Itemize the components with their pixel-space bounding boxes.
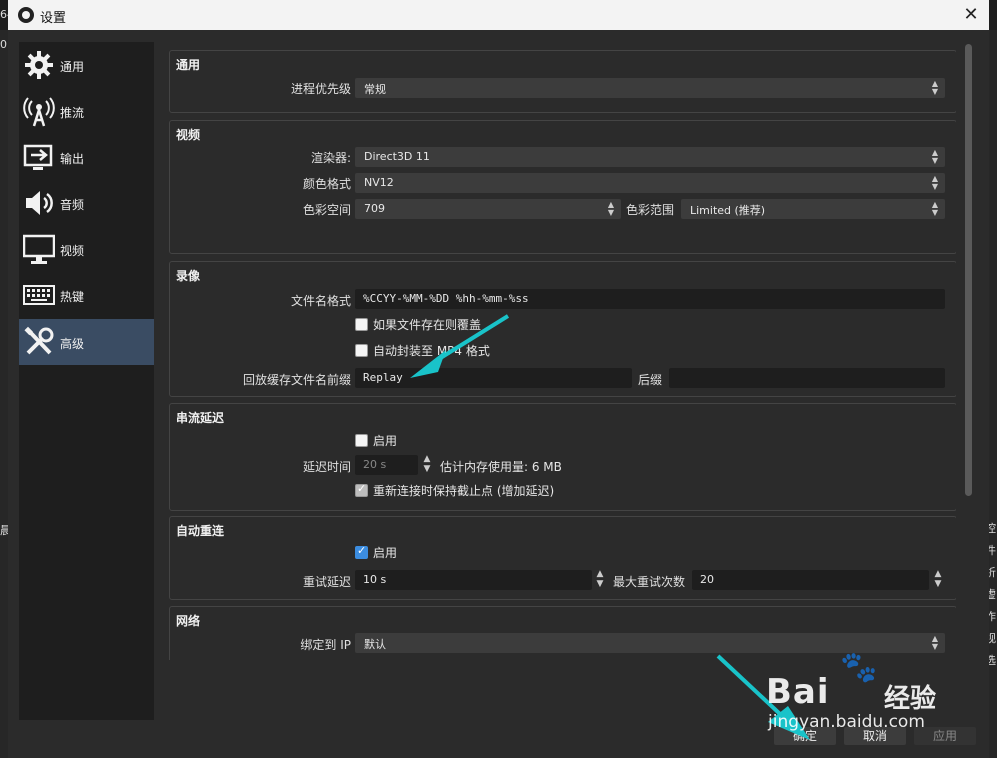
sidebar-item-general[interactable]: 通用 (19, 42, 154, 88)
select-value: 709 (364, 202, 385, 215)
advanced-settings-panel: 通用 进程优先级 常规 ▲ ▼ 视频 渲染器: Direct3D 11 ▲ ▼ 颜色… (169, 42, 956, 660)
monitor-icon (23, 234, 55, 264)
select-value: NV12 (364, 176, 394, 189)
group-title: 通用 (176, 58, 201, 72)
settings-sidebar: 通用 推流 输出 音频 视频 热键 高级 (19, 42, 154, 720)
renderer-label: 渲染器: (310, 151, 351, 165)
speaker-icon (26, 191, 53, 215)
input-value: %CCYY-%MM-%DD %hh-%mm-%ss (363, 292, 529, 305)
replay-suffix-input[interactable] (669, 368, 945, 388)
tools-icon (24, 326, 54, 355)
annotation-arrow-icon (410, 314, 510, 378)
sidebar-item-hotkeys[interactable]: 热键 (19, 272, 154, 318)
gear-icon (25, 51, 53, 79)
chevron-updown-icon: ▲ ▼ (931, 79, 939, 96)
reconnect-enable-label: 启用 (373, 546, 398, 560)
replay-prefix-label: 回放缓存文件名前缀 (242, 373, 351, 387)
suffix-label: 后缀 (638, 373, 663, 387)
group-recording: 录像 文件名格式 %CCYY-%MM-%DD %hh-%mm-%ss 如果文件存… (169, 261, 956, 397)
scrollbar-thumb[interactable] (965, 44, 972, 496)
sidebar-item-label: 输出 (60, 152, 85, 166)
color-format-label: 颜色格式 (302, 177, 351, 191)
baidu-watermark: 🐾 Bai 经验 jingyan.baidu.com (760, 648, 950, 738)
max-retries-label: 最大重试次数 (613, 575, 686, 589)
input-value: 20 s (363, 458, 387, 471)
sidebar-item-stream[interactable]: 推流 (19, 88, 154, 134)
window-title: 设置 (40, 11, 67, 26)
filename-format-label: 文件名格式 (290, 294, 351, 308)
sidebar-item-advanced[interactable]: 高级 (19, 319, 154, 365)
sidebar-item-label: 高级 (60, 337, 85, 351)
sidebar-item-label: 通用 (60, 60, 85, 74)
stream-delay-enable-checkbox[interactable] (355, 434, 368, 447)
chevron-updown-icon: ▲ ▼ (931, 200, 939, 217)
preserve-cutoff-label: 重新连接时保持截止点 (增加延迟) (373, 484, 555, 498)
filename-format-input[interactable]: %CCYY-%MM-%DD %hh-%mm-%ss (355, 289, 945, 309)
group-auto-reconnect: 自动重连 启用 重试延迟 10 s ▲▼ 最大重试次数 20 ▲▼ (169, 516, 956, 600)
max-retries-input[interactable]: 20 (692, 570, 929, 590)
color-range-label: 色彩范围 (626, 203, 675, 217)
auto-remux-checkbox[interactable] (355, 344, 368, 357)
sidebar-item-audio[interactable]: 音频 (19, 180, 154, 226)
select-value: Limited (推荐) (690, 204, 766, 217)
sidebar-item-video[interactable]: 视频 (19, 226, 154, 272)
input-value: Replay (363, 371, 403, 384)
select-value: Direct3D 11 (364, 150, 430, 163)
renderer-select[interactable]: Direct3D 11 ▲ ▼ (355, 147, 945, 167)
color-format-select[interactable]: NV12 ▲ ▼ (355, 173, 945, 193)
content-scrollbar[interactable] (962, 42, 974, 660)
sidebar-item-label: 推流 (60, 106, 85, 120)
sidebar-item-label: 音频 (60, 198, 85, 212)
process-priority-label: 进程优先级 (290, 82, 351, 96)
overwrite-checkbox[interactable] (355, 318, 368, 331)
spin-updown-icon[interactable]: ▲ ▼ (420, 454, 434, 476)
color-space-select[interactable]: 709 ▲ ▼ (355, 199, 621, 219)
spin-updown-icon[interactable]: ▲ ▼ (593, 569, 607, 591)
antenna-icon (23, 97, 55, 127)
watermark-brand-cn: 经验 (884, 684, 937, 714)
retry-delay-input[interactable]: 10 s (355, 570, 592, 590)
group-title: 串流延迟 (176, 411, 225, 425)
close-button[interactable]: ✕ (959, 3, 983, 27)
watermark-url: jingyan.baidu.com (768, 712, 925, 732)
group-title: 网络 (176, 614, 201, 628)
sidebar-item-output[interactable]: 输出 (19, 134, 154, 180)
title-bar[interactable]: 设置 ✕ (8, 0, 989, 30)
paw-icon: 🐾 (840, 650, 878, 685)
obs-logo-icon (18, 7, 34, 23)
retry-delay-label: 重试延迟 (302, 575, 351, 589)
group-stream-delay: 串流延迟 启用 延迟时间 20 s ▲▼ 估计内存使用量: 6 MB 重新连接时… (169, 403, 956, 511)
chevron-updown-icon: ▲ ▼ (931, 148, 939, 165)
process-priority-select[interactable]: 常规 ▲ ▼ (355, 78, 945, 98)
sidebar-item-label: 视频 (60, 244, 85, 258)
color-range-select[interactable]: Limited (推荐) ▲ ▼ (681, 199, 945, 219)
background-text: 0 (0, 38, 7, 51)
preserve-cutoff-checkbox[interactable] (355, 482, 368, 497)
reconnect-enable-checkbox[interactable] (355, 544, 368, 559)
chevron-updown-icon: ▲ ▼ (931, 174, 939, 191)
bind-ip-label: 绑定到 IP (300, 638, 351, 652)
select-value: 常规 (364, 83, 386, 96)
group-video: 视频 渲染器: Direct3D 11 ▲ ▼ 颜色格式 NV12 ▲ ▼ 色彩空间… (169, 120, 956, 254)
background-window-left-edge: 64 0 晨 (0, 8, 14, 758)
keyboard-icon (23, 285, 55, 305)
sidebar-item-label: 热键 (60, 290, 85, 304)
group-title: 录像 (176, 269, 201, 283)
color-space-label: 色彩空间 (302, 203, 351, 217)
delay-time-input[interactable]: 20 s (355, 455, 418, 475)
stream-delay-enable-label: 启用 (373, 434, 398, 448)
group-title: 自动重连 (176, 524, 225, 538)
output-icon (23, 144, 53, 170)
chevron-updown-icon: ▲ ▼ (607, 200, 615, 217)
group-title: 视频 (176, 128, 201, 142)
spin-updown-icon[interactable]: ▲ ▼ (931, 569, 945, 591)
input-value: 10 s (363, 573, 387, 586)
delay-time-label: 延迟时间 (302, 460, 351, 474)
input-value: 20 (700, 573, 714, 586)
watermark-brand: Bai (766, 672, 830, 712)
select-value: 默认 (364, 638, 386, 651)
memory-estimate-label: 估计内存使用量: 6 MB (440, 460, 562, 474)
group-general: 通用 进程优先级 常规 ▲ ▼ (169, 50, 956, 113)
